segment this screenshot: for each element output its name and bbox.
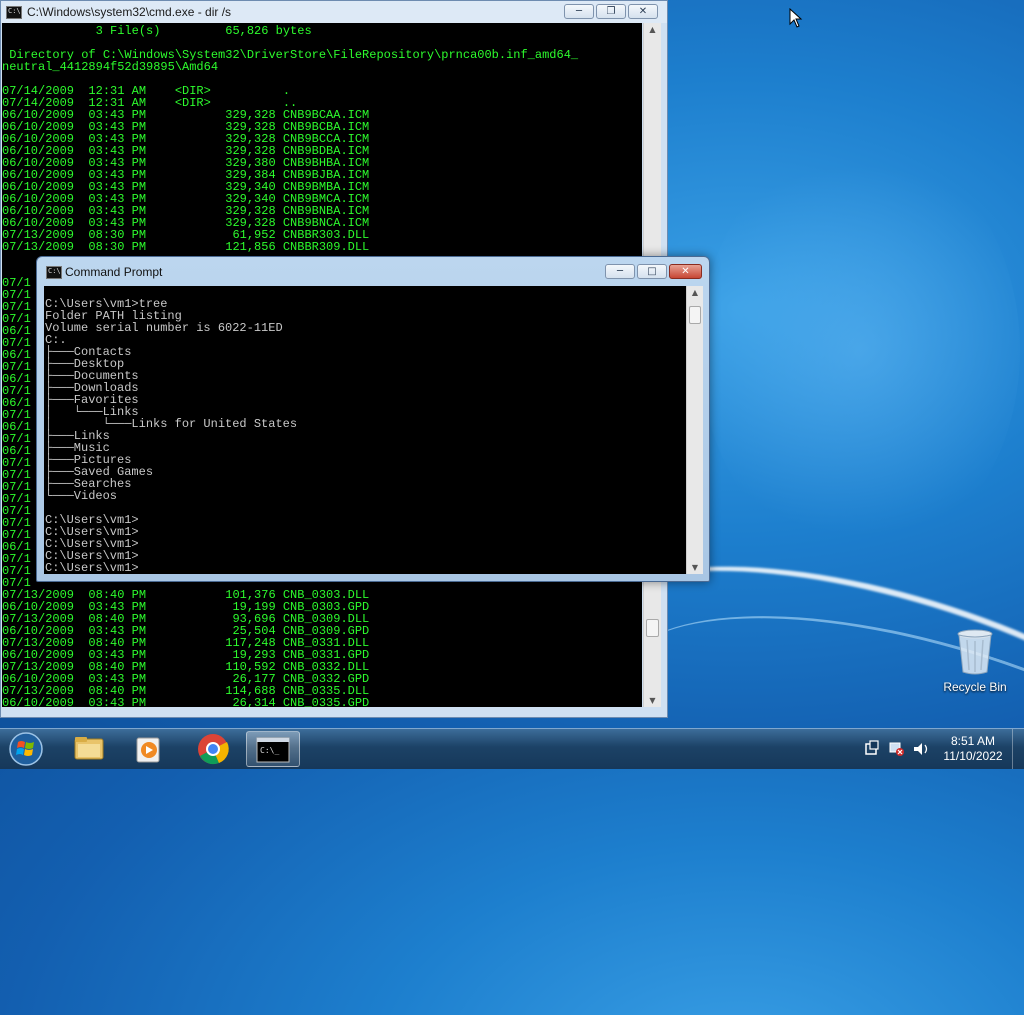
windows-orb-icon	[9, 732, 43, 766]
tray-icons	[865, 740, 928, 756]
network-disconnected-icon[interactable]	[889, 742, 904, 756]
wallpaper-glow	[700, 140, 1020, 560]
scroll-down-arrow-icon[interactable]: ▼	[644, 696, 661, 705]
scroll-up-arrow-icon[interactable]: ▲	[644, 25, 661, 34]
taskbar-explorer[interactable]	[62, 731, 116, 767]
minimize-button[interactable]: ─	[564, 4, 594, 19]
command-prompt-console[interactable]: C:\Users\vm1>tree Folder PATH listing Vo…	[44, 286, 686, 574]
start-button[interactable]	[4, 730, 48, 768]
cmd-dir-title: C:\Windows\system32\cmd.exe - dir /s	[27, 5, 232, 19]
clock-time: 8:51 AM	[950, 734, 996, 748]
close-button[interactable]: ✕	[669, 264, 702, 279]
mouse-cursor-icon	[789, 8, 803, 28]
command-prompt-scrollbar[interactable]: ▲ ▼	[686, 286, 703, 574]
command-prompt-icon: C:\_	[256, 737, 290, 763]
taskbar-media-player[interactable]	[122, 731, 176, 767]
volume-icon[interactable]	[914, 743, 928, 755]
maximize-button[interactable]: □	[637, 264, 667, 279]
tree-output: C:\Users\vm1>tree Folder PATH listing Vo…	[45, 297, 298, 574]
recycle-bin-label: Recycle Bin	[943, 680, 1007, 694]
folder-icon	[74, 737, 104, 760]
dir-output-left-fragments: 07/1 07/1 07/1 07/1 06/1 07/1 06/1 07/1 …	[2, 276, 31, 590]
cmd-icon[interactable]: C:\	[46, 266, 62, 279]
command-prompt-window[interactable]: C:\ Command Prompt ─ □ ✕ C:\Users\vm1>tr…	[36, 256, 710, 582]
chrome-icon	[198, 734, 229, 765]
scroll-thumb[interactable]	[689, 306, 701, 324]
taskbar: C:\_ 8:51 AM 11/10/2022	[0, 728, 1024, 769]
taskbar-chrome[interactable]	[186, 731, 240, 767]
svg-text:C:\_: C:\_	[260, 746, 279, 755]
command-prompt-title: Command Prompt	[65, 265, 163, 279]
action-center-icon[interactable]	[865, 740, 879, 755]
recycle-bin-shortcut[interactable]: Recycle Bin	[940, 628, 1010, 694]
show-desktop-button[interactable]	[1012, 729, 1024, 769]
media-player-icon	[136, 737, 160, 763]
taskbar-command-prompt[interactable]: C:\_	[246, 731, 300, 767]
notification-tray	[864, 739, 934, 759]
restore-button[interactable]: ❐	[596, 4, 626, 19]
scroll-up-arrow-icon[interactable]: ▲	[687, 288, 703, 297]
minimize-button[interactable]: ─	[605, 264, 635, 279]
close-button[interactable]: ✕	[628, 4, 658, 19]
cmd-icon[interactable]: C:\	[6, 6, 22, 19]
cmd-dir-titlebar[interactable]: C:\ C:\Windows\system32\cmd.exe - dir /s…	[1, 1, 667, 23]
clock-date: 11/10/2022	[943, 749, 1003, 763]
scroll-down-arrow-icon[interactable]: ▼	[687, 563, 703, 572]
dir-output-bottom: 07/13/2009 08:40 PM 101,376 CNB_0303.DLL…	[2, 588, 370, 707]
dir-output-top: 3 File(s) 65,826 bytes Directory of C:\W…	[2, 24, 579, 254]
scroll-thumb[interactable]	[646, 619, 659, 637]
recycle-bin-icon	[957, 629, 993, 675]
taskbar-clock[interactable]: 8:51 AM 11/10/2022	[938, 734, 1008, 764]
